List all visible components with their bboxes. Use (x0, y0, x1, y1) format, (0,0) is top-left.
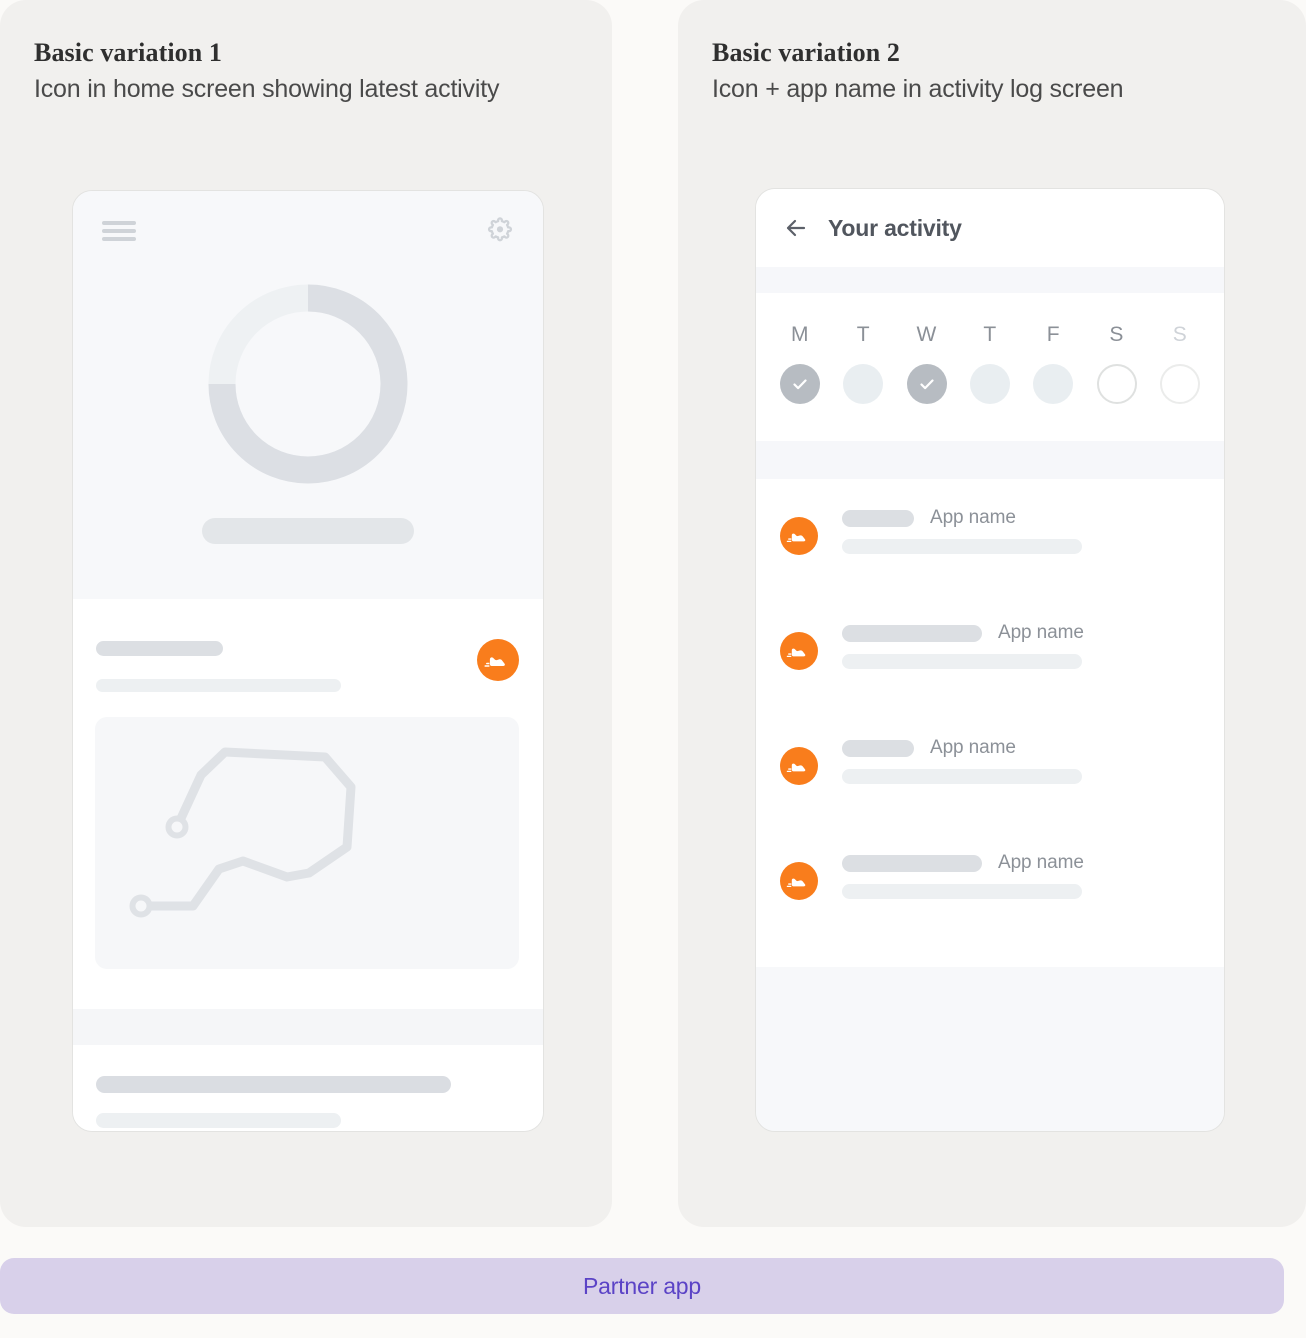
day-status-dot[interactable] (1159, 364, 1200, 404)
bottom-secondary-placeholder (96, 1113, 341, 1128)
day-status-dot[interactable] (906, 364, 947, 404)
day-label: W (916, 323, 937, 346)
activity-log-footer (756, 967, 1224, 1131)
card-subtitle-placeholder (96, 679, 341, 692)
card-title-placeholder (96, 641, 223, 656)
panel-2-subtitle: Icon + app name in activity log screen (712, 75, 1124, 103)
list-item[interactable]: App name (780, 852, 1204, 910)
list-item-secondary-placeholder (842, 654, 1082, 669)
day-column-mon[interactable]: M (774, 323, 826, 404)
bottom-primary-placeholder (96, 1076, 451, 1093)
hero-placeholder-pill (202, 518, 414, 544)
day-status-dot[interactable] (843, 364, 884, 404)
app-name-label: App name (998, 622, 1084, 643)
page-root: Basic variation 1 Icon in home screen sh… (0, 0, 1306, 1338)
day-label: S (1172, 323, 1188, 346)
list-divider-band (756, 441, 1224, 479)
phone-home-screen (72, 190, 544, 1132)
route-map-preview[interactable] (95, 717, 519, 969)
back-arrow-icon[interactable] (782, 214, 810, 242)
list-item-title-placeholder (842, 739, 914, 757)
day-column-tue[interactable]: T (837, 323, 889, 404)
phone-activity-log-screen: Your activity M T W T F S S App name App… (755, 188, 1225, 1132)
day-label: T (856, 323, 870, 346)
activity-progress-ring (207, 283, 409, 485)
day-label: T (983, 323, 997, 346)
list-item[interactable]: App name (780, 622, 1204, 680)
app-name-label: App name (930, 737, 1016, 758)
day-status-dot[interactable] (1033, 364, 1074, 404)
activity-log-list: App name App name App name App name (756, 479, 1224, 967)
app-name-label: App name (998, 852, 1084, 873)
list-item-title-placeholder (842, 624, 982, 642)
section-divider-band (73, 1009, 543, 1045)
running-shoe-icon[interactable] (477, 639, 519, 681)
latest-activity-card[interactable] (73, 599, 543, 1009)
gear-icon[interactable] (483, 215, 517, 249)
check-icon (920, 379, 934, 390)
list-item-primary-line: App name (842, 737, 1016, 759)
home-bottom-section (73, 1045, 543, 1131)
list-item-primary-line: App name (842, 507, 1016, 529)
day-label: M (791, 323, 809, 346)
day-column-sun[interactable]: S (1154, 323, 1206, 404)
day-column-fri[interactable]: F (1027, 323, 1079, 404)
running-shoe-icon (780, 632, 818, 670)
day-label: S (1109, 323, 1124, 346)
day-status-dot[interactable] (1096, 364, 1137, 404)
list-item-title-placeholder (842, 509, 914, 527)
list-item-secondary-placeholder (842, 884, 1082, 899)
list-item[interactable]: App name (780, 737, 1204, 795)
partner-app-bar[interactable]: Partner app (0, 1258, 1284, 1314)
check-icon (793, 379, 807, 390)
header-divider-band (756, 267, 1224, 293)
list-item-secondary-placeholder (842, 539, 1082, 554)
day-status-dot[interactable] (780, 364, 820, 404)
day-column-thu[interactable]: T (964, 323, 1016, 404)
day-column-sat[interactable]: S (1091, 323, 1143, 404)
day-status-dot[interactable] (969, 364, 1010, 404)
activity-log-header: Your activity (756, 189, 1224, 267)
list-item-title-placeholder (842, 854, 982, 872)
day-label: F (1046, 323, 1060, 346)
panel-2-title: Basic variation 2 (712, 38, 901, 67)
week-days-row: M T W T F S S (774, 323, 1206, 404)
page-title: Your activity (828, 214, 962, 241)
partner-app-label: Partner app (583, 1272, 701, 1299)
list-item-primary-line: App name (842, 622, 1084, 644)
week-streak-section: M T W T F S S (756, 293, 1224, 441)
running-shoe-icon (780, 517, 818, 555)
list-item[interactable]: App name (780, 507, 1204, 565)
app-name-label: App name (930, 507, 1016, 528)
panel-1-title: Basic variation 1 (34, 38, 223, 67)
day-column-wed[interactable]: W (901, 323, 953, 404)
hamburger-menu-icon[interactable] (102, 221, 136, 241)
list-item-secondary-placeholder (842, 769, 1082, 784)
list-item-primary-line: App name (842, 852, 1084, 874)
panel-1-subtitle: Icon in home screen showing latest activ… (34, 75, 500, 103)
running-shoe-icon (780, 747, 818, 785)
running-shoe-icon (780, 862, 818, 900)
home-hero-section (73, 191, 543, 599)
